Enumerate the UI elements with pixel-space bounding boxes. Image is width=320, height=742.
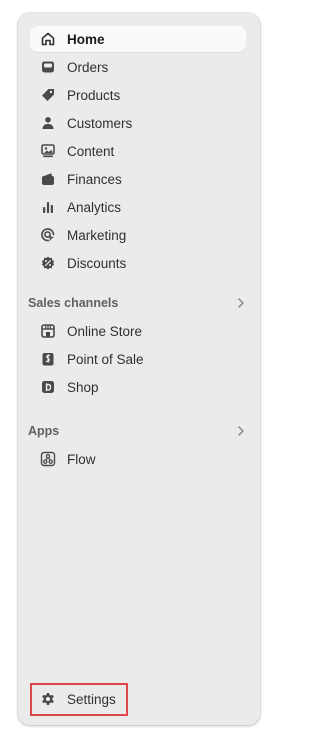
nav-item-customers[interactable]: Customers — [30, 110, 246, 136]
nav-item-discounts[interactable]: Discounts — [30, 250, 246, 276]
nav-item-home[interactable]: Home — [30, 26, 246, 52]
nav-item-label: Content — [67, 143, 115, 159]
gear-icon — [39, 690, 57, 708]
nav-item-label: Customers — [67, 115, 133, 131]
nav-item-label: Flow — [67, 451, 96, 467]
nav-item-analytics[interactable]: Analytics — [30, 194, 246, 220]
nav-item-finances[interactable]: Finances — [30, 166, 246, 192]
home-icon — [39, 30, 57, 48]
nav-item-point-of-sale[interactable]: Point of Sale — [30, 346, 246, 372]
settings-label: Settings — [67, 691, 116, 707]
chevron-right-icon[interactable] — [232, 294, 250, 312]
nav-item-online-store[interactable]: Online Store — [30, 318, 246, 344]
shop-icon — [39, 378, 57, 396]
settings-button[interactable]: Settings — [32, 686, 126, 712]
flow-icon — [39, 450, 57, 468]
storefront-icon — [39, 322, 57, 340]
nav-item-label: Point of Sale — [67, 351, 144, 367]
pos-bag-icon — [39, 350, 57, 368]
nav-item-label: Online Store — [67, 323, 143, 339]
apps-header: Apps — [28, 421, 250, 441]
nav-item-marketing[interactable]: Marketing — [30, 222, 246, 248]
nav-item-label: Orders — [67, 59, 109, 75]
chevron-right-icon[interactable] — [232, 422, 250, 440]
nav-item-products[interactable]: Products — [30, 82, 246, 108]
nav-item-label: Home — [67, 31, 105, 47]
nav-item-orders[interactable]: Orders — [30, 54, 246, 80]
discount-badge-icon — [39, 254, 57, 272]
section-title: Sales channels — [28, 296, 119, 310]
nav-item-label: Finances — [67, 171, 122, 187]
sales-channels-header: Sales channels — [28, 293, 250, 313]
bar-chart-icon — [39, 198, 57, 216]
image-document-icon — [39, 142, 57, 160]
nav-item-label: Shop — [67, 379, 99, 395]
nav-item-shop[interactable]: Shop — [30, 374, 246, 400]
section-title: Apps — [28, 424, 60, 438]
nav-item-label: Analytics — [67, 199, 122, 215]
nav-item-label: Products — [67, 87, 121, 103]
tag-icon — [39, 86, 57, 104]
admin-sidebar: Home Orders Products Customers Content F… — [18, 13, 260, 725]
nav-item-content[interactable]: Content — [30, 138, 246, 164]
nav-item-flow[interactable]: Flow — [30, 446, 246, 472]
nav-item-label: Discounts — [67, 255, 127, 271]
wallet-icon — [39, 170, 57, 188]
target-icon — [39, 226, 57, 244]
inbox-icon — [39, 58, 57, 76]
person-icon — [39, 114, 57, 132]
nav-item-label: Marketing — [67, 227, 127, 243]
